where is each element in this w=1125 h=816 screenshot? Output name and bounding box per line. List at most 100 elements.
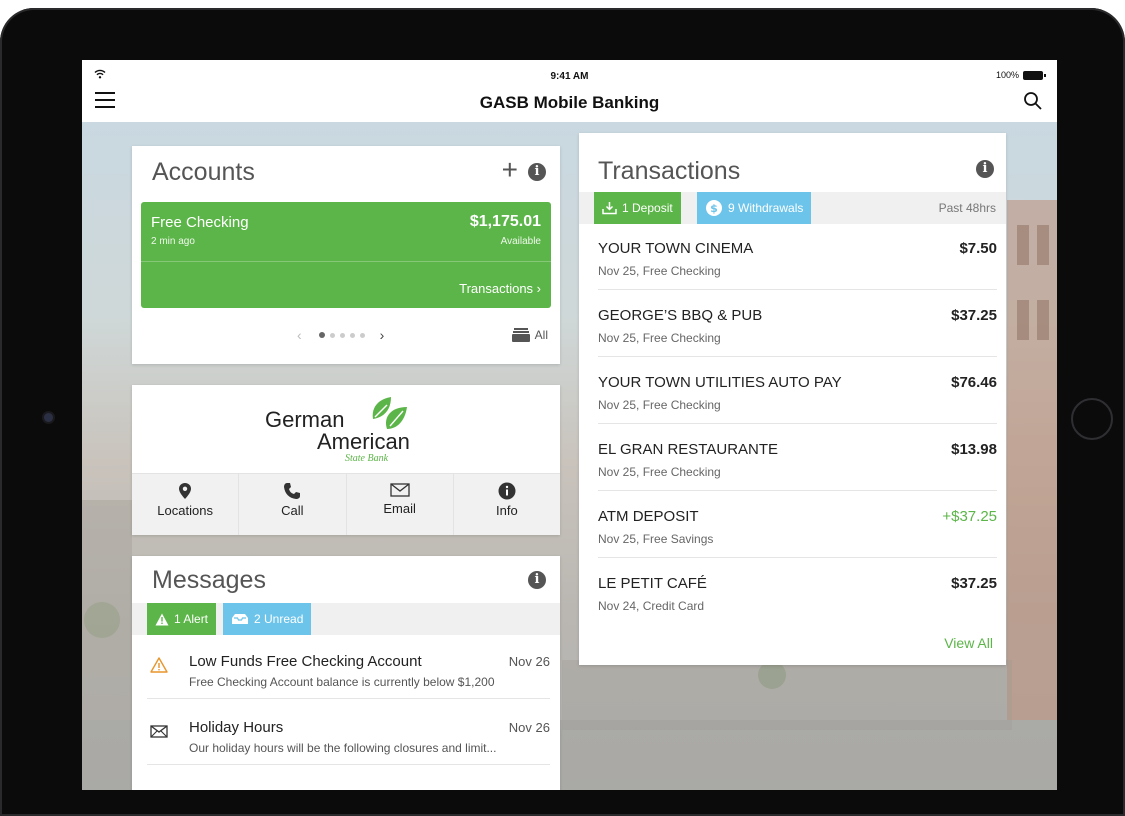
transaction-detail: Nov 25, Free Checking [598,264,721,278]
message-item[interactable]: Low Funds Free Checking Account Nov 26 F… [147,635,550,699]
messages-card: Messages i 1 Alert 2 Unread Low Funds Fr… [132,556,560,790]
unread-badge-label: 2 Unread [254,612,304,626]
logo-text-american: American [317,429,410,454]
account-updated: 2 min ago [151,236,195,247]
app-title: GASB Mobile Banking [479,93,660,112]
withdrawal-badge[interactable]: $ 9 Withdrawals [697,192,812,224]
bank-logo: German American State Bank [265,391,435,467]
transaction-detail: Nov 25, Free Checking [598,465,721,479]
account-transactions-link[interactable]: Transactions › [459,281,541,296]
home-button[interactable] [1071,398,1113,440]
transaction-amount: $7.50 [959,240,997,257]
alert-badge[interactable]: 1 Alert [147,603,217,635]
transaction-row[interactable]: LE PETIT CAFÉ Nov 24, Credit Card $37.25 [598,559,997,625]
account-pager: ‹ › [297,327,384,343]
info-button[interactable]: Info [454,474,560,535]
transaction-amount: +$37.25 [942,508,997,525]
logo-text-state-bank: State Bank [345,453,389,464]
transaction-row[interactable]: ATM DEPOSIT Nov 25, Free Savings +$37.25 [598,492,997,558]
account-balance-label: Available [500,236,541,247]
account-balance: $1,175.01 [469,213,541,230]
message-preview: Free Checking Account balance is current… [189,675,495,689]
message-date: Nov 26 [508,654,550,669]
all-label: All [534,328,548,342]
transaction-row[interactable]: YOUR TOWN CINEMA Nov 25, Free Checking $… [598,224,997,290]
phone-icon [284,483,301,499]
envelope-icon [150,725,168,738]
pager-dot[interactable] [339,332,345,338]
message-title: Low Funds Free Checking Account [189,653,422,670]
ipad-frame: 9:41 AM 100% GASB Mobile Banking Account… [0,8,1125,816]
pager-dot[interactable] [329,332,335,338]
transaction-name: GEORGE’S BBQ & PUB [598,307,763,324]
deposit-badge-label: 1 Deposit [622,201,673,215]
pager-dot[interactable] [349,332,355,338]
call-label: Call [281,503,304,518]
call-button[interactable]: Call [239,474,347,535]
download-icon [602,202,617,215]
message-item[interactable]: Holiday Hours Nov 26 Our holiday hours w… [147,701,550,765]
dollar-coin-icon: $ [706,200,722,216]
locations-label: Locations [157,503,213,518]
locations-button[interactable]: Locations [132,474,240,535]
transactions-period: Past 48hrs [938,201,996,215]
messages-title: Messages [152,566,266,594]
email-button[interactable]: Email [347,474,454,535]
transaction-detail: Nov 24, Credit Card [598,599,705,613]
deposit-badge[interactable]: 1 Deposit [594,192,681,224]
transaction-amount: $13.98 [951,441,997,458]
email-label: Email [383,501,416,516]
all-accounts-button[interactable]: All [511,327,548,343]
pager-dot[interactable] [318,332,325,338]
accounts-card: Accounts + i Free Checking 2 min ago $1,… [132,146,560,364]
camera [44,413,53,422]
transaction-name: YOUR TOWN UTILITIES AUTO PAY [598,374,842,391]
messages-filter-bar: 1 Alert 2 Unread [132,603,560,635]
transaction-row[interactable]: GEORGE’S BBQ & PUB Nov 25, Free Checking… [598,291,997,357]
transactions-card: Transactions i 1 Deposit $ 9 Withdrawals [579,133,1006,665]
screen: 9:41 AM 100% GASB Mobile Banking Account… [82,60,1057,790]
envelope-icon [389,483,410,497]
accounts-header: Accounts + i [152,154,548,192]
chevron-right-icon[interactable]: › [380,327,385,343]
inbox-tray-icon [232,614,248,624]
account-name: Free Checking [151,214,249,231]
transaction-name: YOUR TOWN CINEMA [598,240,754,257]
bank-card: German American State Bank Locations Cal [132,385,560,535]
transaction-detail: Nov 25, Free Checking [598,331,721,345]
transactions-filter-bar: 1 Deposit $ 9 Withdrawals Past 48hrs [579,192,1006,224]
transaction-amount: $37.25 [951,307,997,324]
search-icon[interactable] [1023,91,1043,111]
leaf-icon [372,397,407,429]
battery-percent: 100% [995,70,1019,80]
accounts-title: Accounts [152,158,255,186]
transaction-name: EL GRAN RESTAURANTE [598,441,779,458]
accounts-info-icon[interactable]: i [528,163,546,181]
svg-text:$: $ [710,202,718,215]
transaction-amount: $76.46 [951,374,997,391]
chevron-left-icon[interactable]: ‹ [297,327,302,343]
battery-icon [1023,70,1046,80]
unread-badge[interactable]: 2 Unread [223,603,312,635]
pager-dot[interactable] [359,332,365,338]
transaction-detail: Nov 25, Free Savings [598,532,714,546]
account-tile-free-checking[interactable]: Free Checking 2 min ago $1,175.01 Availa… [141,202,551,308]
message-date: Nov 26 [508,720,550,735]
info-label: Info [496,503,518,518]
alert-badge-label: 1 Alert [174,612,209,626]
messages-info-icon[interactable]: i [528,571,546,589]
transactions-info-icon[interactable]: i [976,160,994,178]
transaction-name: LE PETIT CAFÉ [598,575,707,592]
transaction-amount: $37.25 [951,575,997,592]
stack-icon [511,328,530,342]
add-account-button[interactable]: + [502,154,518,186]
account-tile-summary: Free Checking 2 min ago $1,175.01 Availa… [141,202,551,262]
top-bar: 9:41 AM 100% GASB Mobile Banking [82,60,1057,122]
info-icon [498,482,516,500]
message-title: Holiday Hours [189,719,284,736]
view-all-link[interactable]: View All [944,635,993,651]
battery-status: 100% [995,70,1046,80]
transaction-row[interactable]: YOUR TOWN UTILITIES AUTO PAY Nov 25, Fre… [598,358,997,424]
transaction-name: ATM DEPOSIT [598,508,699,525]
transaction-row[interactable]: EL GRAN RESTAURANTE Nov 25, Free Checkin… [598,425,997,491]
